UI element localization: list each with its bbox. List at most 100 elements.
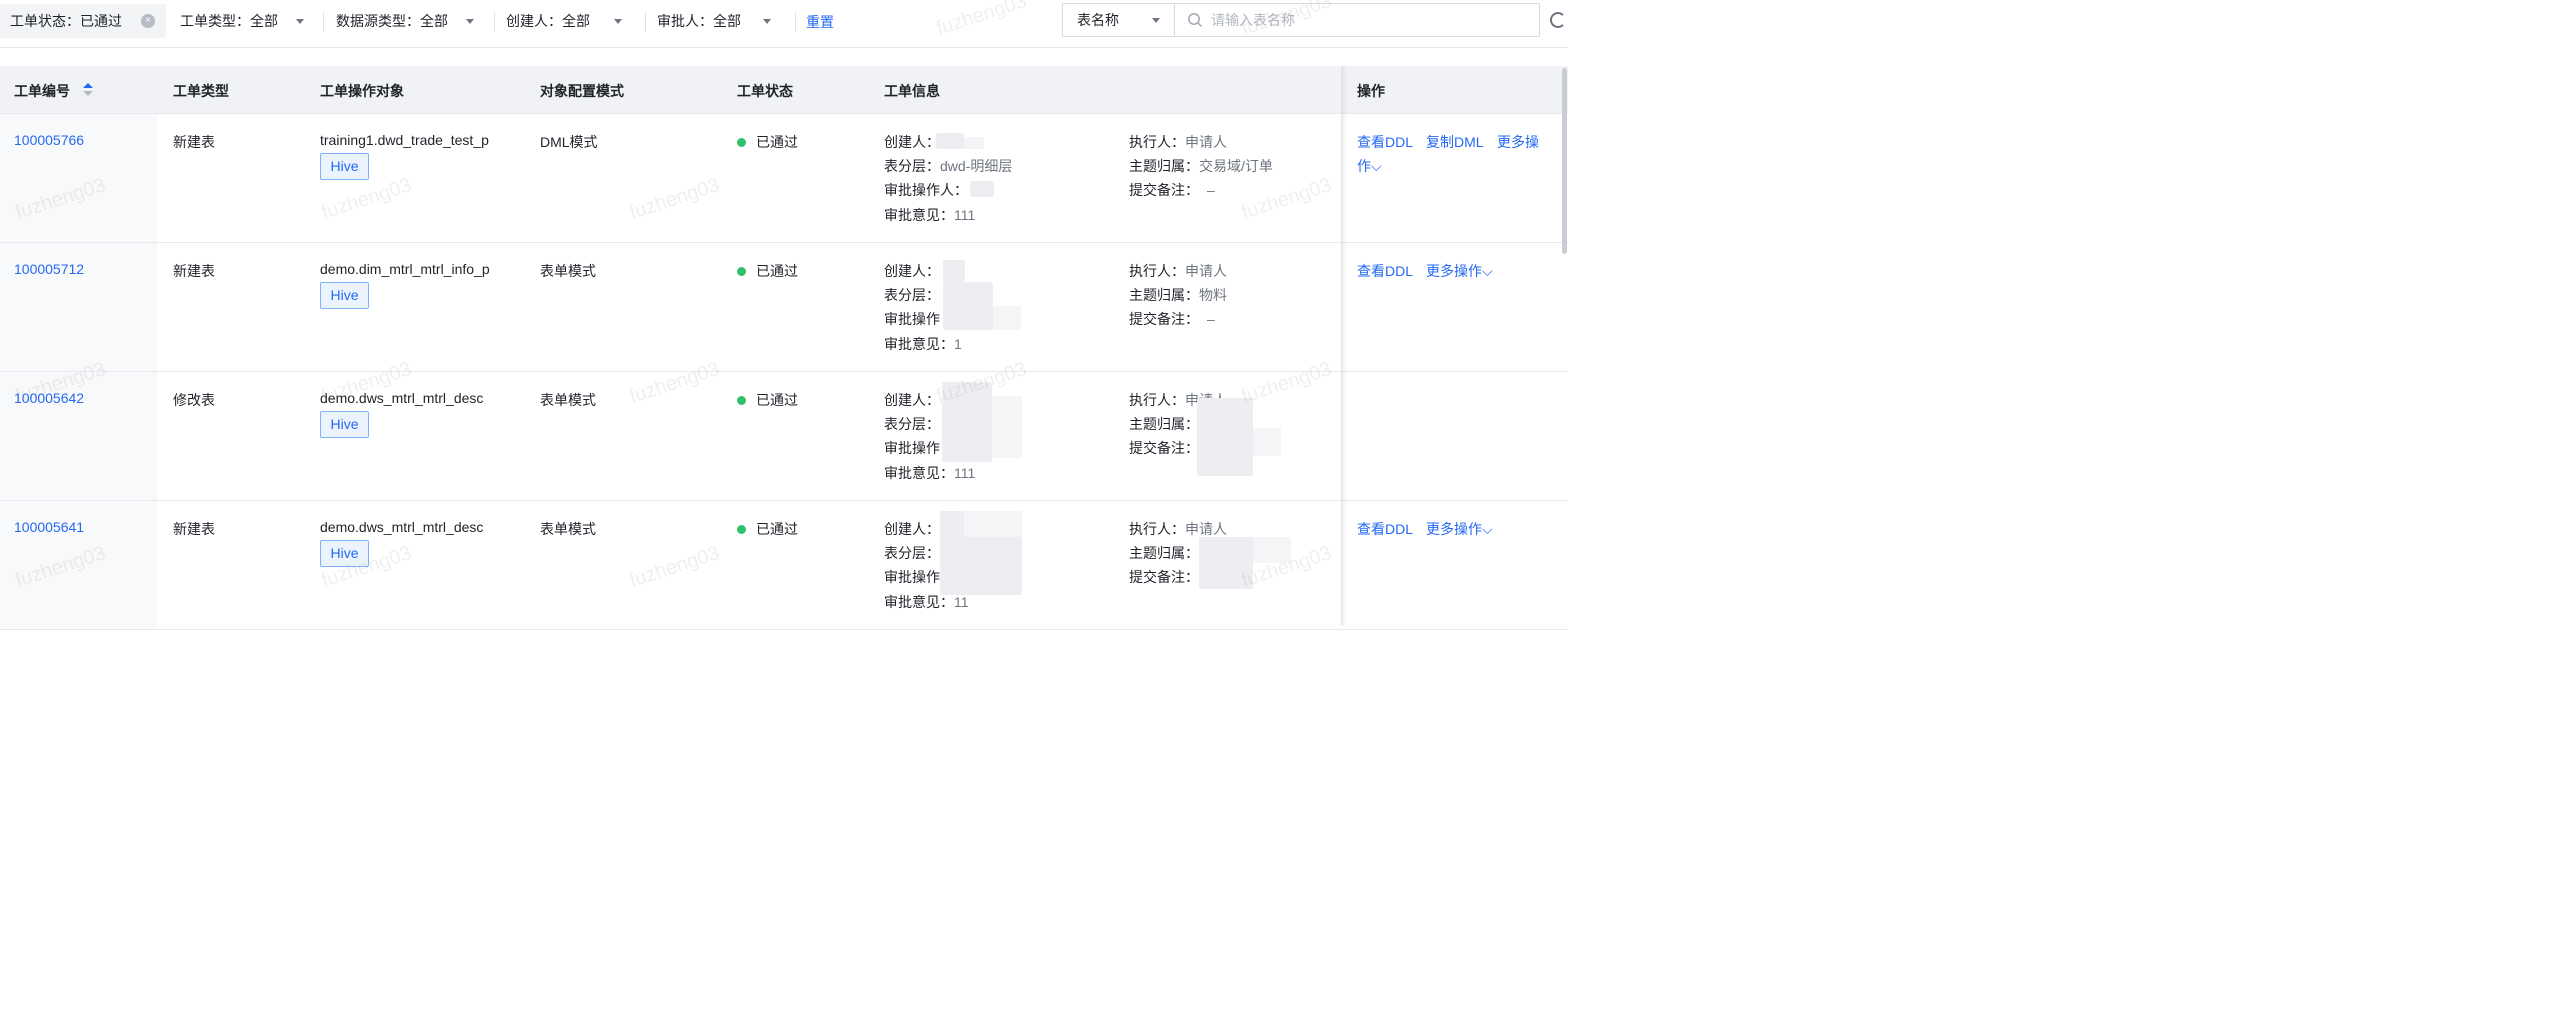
filter-type-value: 全部 — [250, 13, 278, 29]
info-creator: 创建人： — [884, 521, 940, 537]
status-dot — [737, 396, 746, 405]
chevron-down-icon: ⌵ — [1482, 263, 1493, 279]
info-remark: 提交备注： — [1129, 440, 1199, 456]
info-opinion: 审批意见：1 — [884, 336, 962, 352]
divider — [645, 12, 646, 32]
redacted-block — [1199, 537, 1253, 589]
filter-status[interactable]: 工单状态： 已通过 × — [0, 4, 166, 38]
clear-icon[interactable]: × — [141, 14, 155, 28]
filter-datasource-value: 全部 — [420, 13, 448, 29]
header-type: 工单类型 — [173, 83, 229, 99]
info-domain: 主题归属：物料 — [1129, 287, 1227, 303]
info-domain: 主题归属： — [1129, 416, 1199, 432]
refresh-icon[interactable] — [1550, 12, 1566, 28]
info-opinion: 审批意见：111 — [884, 465, 976, 481]
info-executor: 执行人：申请人 — [1129, 263, 1227, 279]
filter-creator[interactable]: 创建人： 全部 — [506, 4, 622, 38]
header-info: 工单信息 — [884, 83, 940, 99]
table-header: 工单编号 工单类型 工单操作对象 对象配置模式 工单状态 工单信息 操作 — [0, 66, 1568, 114]
vertical-scrollbar[interactable] — [1562, 68, 1567, 254]
filter-status-label: 工单状态： — [10, 13, 80, 29]
work-order-table: 工单编号 工单类型 工单操作对象 对象配置模式 工单状态 工单信息 操作 100… — [0, 66, 1568, 630]
info-layer: 表分层： — [884, 287, 940, 303]
view-ddl-link[interactable]: 查看DDL — [1357, 519, 1413, 539]
info-opinion: 审批意见：111 — [884, 207, 976, 223]
redacted-block — [993, 306, 1021, 330]
view-ddl-link[interactable]: 查看DDL — [1357, 132, 1413, 152]
info-approver: 审批操作 — [884, 440, 940, 456]
filter-creator-label: 创建人： — [506, 13, 562, 29]
more-actions-link[interactable]: 更多操作⌵ — [1426, 519, 1493, 539]
more-actions-link[interactable]: 更多操 — [1497, 132, 1539, 152]
order-target: demo.dim_mtrl_mtrl_info_p — [320, 261, 490, 277]
info-creator: 创建人： — [884, 134, 940, 150]
info-executor: 执行人：申请人 — [1129, 134, 1227, 150]
redacted-block — [992, 396, 1022, 458]
search-field-value: 表名称 — [1077, 12, 1119, 28]
filter-creator-value: 全部 — [562, 13, 590, 29]
status-text: 已通过 — [756, 263, 798, 279]
config-mode: 表单模式 — [540, 392, 596, 408]
filter-datasource[interactable]: 数据源类型： 全部 — [336, 4, 474, 38]
filter-approver-value: 全部 — [713, 13, 741, 29]
table-row: 100005641 新建表 demo.dws_mtrl_mtrl_desc Hi… — [0, 501, 1568, 630]
chevron-down-icon — [296, 18, 304, 24]
search-field-select[interactable]: 表名称 — [1063, 4, 1175, 36]
search-input[interactable] — [1211, 12, 1511, 28]
redacted-block — [1197, 398, 1253, 476]
more-actions-link-cont[interactable]: 作⌵ — [1357, 156, 1382, 176]
table-row: 100005766 新建表 training1.dwd_trade_test_p… — [0, 114, 1568, 243]
copy-dml-link[interactable]: 复制DML — [1426, 132, 1484, 152]
order-type: 修改表 — [173, 392, 215, 408]
redacted-block — [964, 137, 984, 149]
view-ddl-link[interactable]: 查看DDL — [1357, 261, 1413, 281]
header-id: 工单编号 — [14, 83, 70, 99]
table-row: 100005712 新建表 demo.dim_mtrl_mtrl_info_p … — [0, 243, 1568, 372]
info-layer: 表分层： — [884, 416, 940, 432]
search-box: 表名称 — [1062, 3, 1540, 37]
search-icon — [1188, 13, 1203, 28]
header-status: 工单状态 — [737, 83, 793, 99]
sort-icon[interactable] — [83, 83, 93, 99]
redacted-block — [943, 282, 993, 330]
header-target: 工单操作对象 — [320, 83, 404, 99]
divider — [494, 12, 495, 32]
redacted-block — [1253, 428, 1281, 456]
redacted-block — [943, 260, 965, 282]
order-id-link[interactable]: 100005641 — [14, 519, 84, 535]
info-remark: 提交备注： – — [1129, 311, 1215, 327]
status-dot — [737, 138, 746, 147]
filter-approver[interactable]: 审批人： 全部 — [657, 4, 771, 38]
order-id-link[interactable]: 100005766 — [14, 132, 84, 148]
fixed-column-divider — [1341, 66, 1342, 626]
search-input-wrap — [1175, 4, 1539, 36]
divider — [795, 12, 796, 32]
info-approver: 审批操作人： — [884, 182, 968, 198]
datasource-tag: Hive — [320, 411, 369, 438]
divider — [323, 12, 324, 32]
status-text: 已通过 — [756, 392, 798, 408]
info-remark: 提交备注： — [1129, 569, 1199, 585]
reset-link[interactable]: 重置 — [806, 12, 834, 32]
datasource-tag: Hive — [320, 153, 369, 180]
header-ops: 操作 — [1357, 83, 1385, 99]
chevron-down-icon — [1152, 18, 1160, 23]
redacted-block — [942, 382, 992, 462]
redacted-block — [964, 511, 1022, 537]
more-actions-link[interactable]: 更多操作⌵ — [1426, 261, 1493, 281]
order-id-link[interactable]: 100005642 — [14, 390, 84, 406]
config-mode: 表单模式 — [540, 263, 596, 279]
chevron-down-icon — [614, 18, 622, 24]
info-approver: 审批操作 — [884, 569, 940, 585]
filter-type[interactable]: 工单类型： 全部 — [180, 4, 304, 38]
order-id-link[interactable]: 100005712 — [14, 261, 84, 277]
redacted-block — [1253, 537, 1291, 563]
order-type: 新建表 — [173, 521, 215, 537]
info-creator: 创建人： — [884, 392, 940, 408]
order-target: training1.dwd_trade_test_p — [320, 132, 489, 148]
chevron-down-icon: ⌵ — [1482, 521, 1493, 537]
order-target: demo.dws_mtrl_mtrl_desc — [320, 390, 484, 406]
chevron-down-icon — [763, 18, 771, 24]
status-text: 已通过 — [756, 521, 798, 537]
table-row: 100005642 修改表 demo.dws_mtrl_mtrl_desc Hi… — [0, 372, 1568, 501]
